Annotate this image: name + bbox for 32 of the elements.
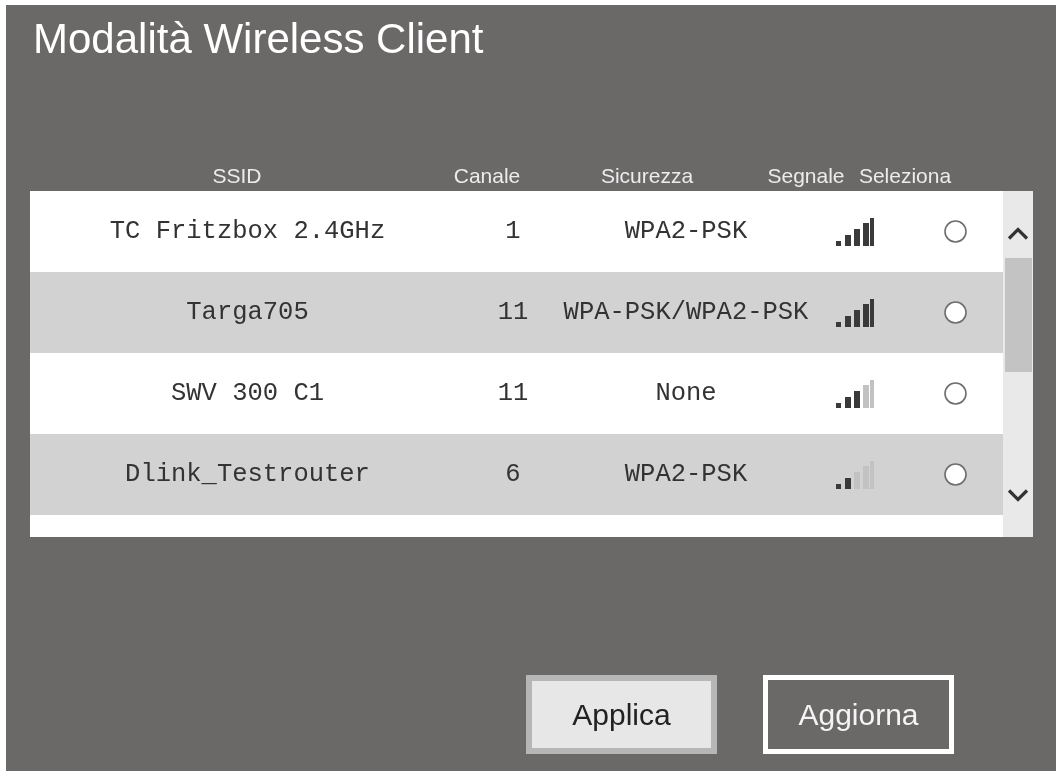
scrollbar-thumb[interactable] (1004, 258, 1032, 372)
radio-button[interactable] (943, 463, 967, 486)
channel-cell: 11 (497, 379, 529, 408)
column-header: Sicurezza (600, 165, 694, 186)
column-header: Canale (453, 165, 521, 186)
radio-button[interactable] (943, 301, 967, 324)
ssid-cell: Targa705 (186, 298, 309, 327)
security-cell: WPA2-PSK (624, 460, 748, 489)
ssid-cell: TC Fritzbox 2.4GHz (109, 217, 386, 246)
radio-button[interactable] (943, 382, 967, 405)
ssid-cell: SWV 300 C1 (171, 379, 324, 408)
channel-cell: 11 (497, 298, 529, 327)
scrollbar[interactable] (1003, 191, 1033, 537)
security-cell: WPA-PSK/WPA2-PSK (563, 298, 809, 327)
security-cell: None (655, 379, 717, 408)
column-header: Segnale (767, 165, 845, 186)
column-header: SSID (212, 165, 262, 186)
security-cell: WPA2-PSK (624, 217, 748, 246)
table-row[interactable]: SWV 300 C1 11 None (30, 353, 1003, 434)
chevron-up-icon[interactable] (1007, 227, 1029, 240)
refresh-button[interactable]: Aggiorna (763, 675, 954, 754)
apply-button[interactable]: Applica (526, 675, 717, 754)
channel-cell: 1 (505, 217, 521, 246)
table-row[interactable]: TC Fritzbox 2.4GHz 1 WPA2-PSK (30, 191, 1003, 272)
radio-button[interactable] (943, 220, 967, 243)
table-row[interactable]: Targa705 11 WPA-PSK/WPA2-PSK (30, 272, 1003, 353)
table-row[interactable]: Dlink_Testrouter 6 WPA2-PSK (30, 434, 1003, 515)
ssid-cell: Dlink_Testrouter (125, 460, 370, 489)
dialog-title: Modalità Wireless Client (33, 18, 484, 60)
channel-cell: 6 (505, 460, 521, 489)
chevron-down-icon[interactable] (1007, 489, 1029, 502)
column-header: Seleziona (858, 165, 952, 186)
